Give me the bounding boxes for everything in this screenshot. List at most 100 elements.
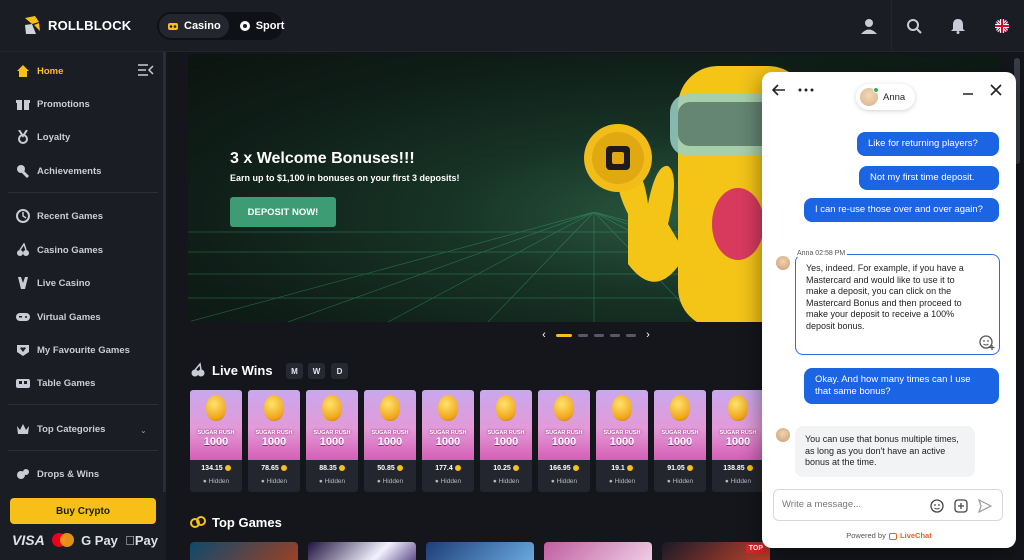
game-multiplier: 1000 [725,436,751,448]
hidden-user-label: Hidden [672,478,694,485]
sidebar-item-drops-wins[interactable]: Drops & Wins [16,464,99,484]
collapse-sidebar-icon[interactable] [138,64,154,76]
search-button[interactable] [892,0,936,52]
win-amount: 88.35 [306,465,358,472]
sidebar-item-label: Table Games [37,377,96,389]
sidebar-item-live-casino[interactable]: Live Casino [16,273,90,293]
hidden-user-label: Hidden [440,478,462,485]
send-button[interactable] [977,498,993,514]
emoji-button[interactable] [929,498,945,514]
chat-menu-button[interactable] [798,82,814,98]
filter-day[interactable]: D [331,363,348,379]
language-button[interactable] [980,0,1024,52]
brand-logo[interactable]: ROLLBLOCK [22,14,131,36]
win-amount-value: 177.4 [435,465,453,472]
close-button[interactable] [988,82,1004,98]
sport-tab-label: Sport [255,20,285,32]
live-win-card[interactable]: SUGAR RUSH 1000 91.05 ● Hidden [654,390,706,492]
chat-header: Anna [762,72,1016,118]
clock-icon [16,209,30,223]
avatar [860,87,879,106]
sidebar-item-loyalty[interactable]: Loyalty [16,127,70,147]
egg-icon [728,395,748,421]
live-win-card[interactable]: SUGAR RUSH 1000 177.4 ● Hidden [422,390,474,492]
account-button[interactable] [847,0,891,52]
egg-icon [554,395,574,421]
user-message: I can re-use those over and over again? [804,198,999,222]
win-user: ● Hidden [608,478,636,485]
carousel-dot[interactable] [578,333,588,337]
bell-icon [951,19,965,34]
sidebar-divider [8,450,158,451]
live-icon [16,276,30,290]
casino-tab[interactable]: Casino [159,14,229,38]
powered-by[interactable]: Powered by LiveChat [762,531,1016,540]
sidebar-item-top-categories[interactable]: Top Categories [16,419,105,439]
sidebar-item-label: Promotions [37,98,90,110]
carousel-dot[interactable] [626,333,636,337]
notifications-button[interactable] [936,0,980,52]
chevron-left-icon[interactable]: ‹ [538,329,550,341]
agent-message[interactable]: Yes, indeed. For example, if you have a … [795,254,1000,355]
game-thumbnail: SUGAR RUSH 1000 [364,390,416,460]
emoji-reaction-icon[interactable] [979,334,995,350]
game-card[interactable] [544,542,652,560]
flag-uk-icon [995,19,1009,33]
message-composer[interactable]: Write a message... [773,489,1003,521]
sidebar-item-virtual-games[interactable]: Virtual Games [16,307,101,327]
buy-crypto-button[interactable]: Buy Crypto [10,498,156,524]
cherries-icon [16,243,30,257]
attach-button[interactable] [953,498,969,514]
live-win-card[interactable]: SUGAR RUSH 1000 10.25 ● Hidden [480,390,532,492]
live-win-card[interactable]: SUGAR RUSH 1000 19.1 ● Hidden [596,390,648,492]
medal-icon [16,130,30,144]
carousel-dot[interactable] [556,333,572,337]
win-amount-value: 134.15 [201,465,223,472]
sidebar-item-table-games[interactable]: Table Games [16,373,95,393]
live-win-card[interactable]: SUGAR RUSH 1000 134.15 ● Hidden [190,390,242,492]
filter-month[interactable]: M [286,363,303,379]
sidebar-item-favourite-games[interactable]: My Favourite Games [16,340,130,360]
win-user: ● Hidden [666,478,694,485]
achievement-icon [16,164,30,178]
chevron-right-icon[interactable]: › [642,329,654,341]
game-thumbnail: SUGAR RUSH 1000 [422,390,474,460]
sidebar-item-recent-games[interactable]: Recent Games [16,206,103,226]
game-card[interactable] [308,542,416,560]
hidden-user-label: Hidden [614,478,636,485]
live-win-card[interactable]: SUGAR RUSH 1000 138.85 ● Hidden [712,390,764,492]
message-input[interactable]: Write a message... [782,499,861,510]
carousel-dot[interactable] [594,333,604,337]
livechat-brand: LiveChat [900,531,932,540]
sidebar-item-promotions[interactable]: Promotions [16,94,90,114]
send-icon [978,499,992,513]
sidebar-scrollbar[interactable] [163,52,166,492]
sport-tab[interactable]: Sport [231,14,293,38]
win-amount: 166.95 [538,465,590,472]
logo-icon [25,16,40,34]
hidden-user-label: Hidden [498,478,520,485]
hidden-user-label: Hidden [266,478,288,485]
live-win-card[interactable]: SUGAR RUSH 1000 166.95 ● Hidden [538,390,590,492]
win-amount: 138.85 [712,465,764,472]
carousel-dot[interactable] [610,333,620,337]
gamepad-icon [16,310,30,324]
game-card[interactable]: TOP [662,542,770,560]
live-win-card[interactable]: SUGAR RUSH 1000 78.65 ● Hidden [248,390,300,492]
chevron-down-icon[interactable]: ⌄ [140,426,147,435]
more-icon [798,88,814,92]
sidebar-item-home[interactable]: Home [16,61,63,81]
back-button[interactable] [771,82,787,98]
win-user: ● Hidden [724,478,752,485]
live-win-card[interactable]: SUGAR RUSH 1000 88.35 ● Hidden [306,390,358,492]
deposit-now-button[interactable]: DEPOSIT NOW! [230,197,336,227]
win-amount: 134.15 [190,465,242,472]
live-wins-title: Live Wins [212,362,273,378]
minimize-button[interactable] [960,82,976,98]
game-card[interactable] [190,542,298,560]
sidebar-item-casino-games[interactable]: Casino Games [16,240,103,260]
game-card[interactable] [426,542,534,560]
live-win-card[interactable]: SUGAR RUSH 1000 50.85 ● Hidden [364,390,416,492]
sidebar-item-achievements[interactable]: Achievements [16,161,101,181]
filter-week[interactable]: W [308,363,325,379]
